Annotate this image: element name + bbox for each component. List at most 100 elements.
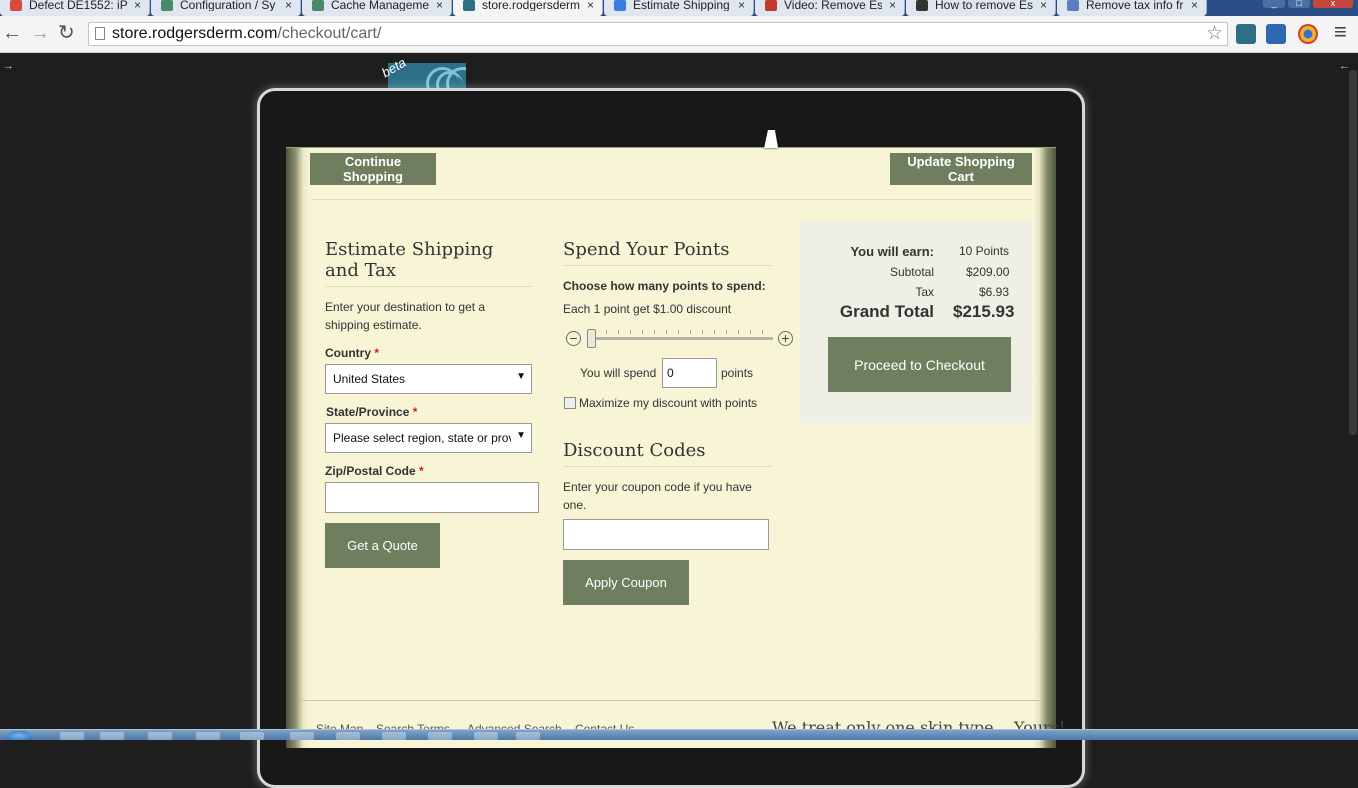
- subtotal-label: Subtotal: [889, 265, 934, 279]
- page-icon: [95, 27, 105, 40]
- browser-tab[interactable]: How to remove Es ×: [906, 0, 1056, 16]
- state-label-text: State/Province: [326, 405, 410, 419]
- tab-favicon-icon: [161, 0, 173, 11]
- browser-tab[interactable]: Defect DE1552: iPa ×: [0, 0, 150, 16]
- slider-tick: [702, 330, 703, 334]
- shipping-intro: Enter your destination to get a shipping…: [325, 300, 486, 332]
- browser-toolbar: ← → ↻ store.rodgersderm.com/checkout/car…: [0, 16, 1358, 53]
- tab-title: Configuration / Sy: [180, 0, 276, 11]
- expand-left-icon[interactable]: →: [3, 60, 14, 72]
- tab-close-icon[interactable]: ×: [285, 0, 292, 11]
- tax-label: Tax: [915, 285, 934, 299]
- tab-favicon-icon: [1067, 0, 1079, 11]
- points-spend-input[interactable]: [662, 358, 717, 388]
- extension-icon[interactable]: [1236, 24, 1256, 44]
- get-quote-button[interactable]: Get a Quote: [325, 523, 440, 568]
- slider-tick: [750, 330, 751, 334]
- tab-favicon-icon: [10, 0, 22, 11]
- coupon-code-input[interactable]: [563, 519, 769, 550]
- points-title: Spend Your Points: [563, 239, 730, 260]
- state-select[interactable]: Please select region, state or province …: [325, 423, 532, 453]
- minus-icon[interactable]: −: [566, 331, 581, 346]
- tab-close-icon[interactable]: ×: [587, 0, 594, 11]
- required-mark: *: [419, 464, 424, 478]
- apply-coupon-button[interactable]: Apply Coupon: [563, 560, 689, 605]
- tab-title: Estimate Shipping: [633, 0, 730, 11]
- tab-favicon-icon: [312, 0, 324, 11]
- country-value: United States: [333, 372, 406, 386]
- footer-rule: [302, 700, 1040, 701]
- tab-favicon-icon: [765, 0, 777, 11]
- browser-tab-active[interactable]: store.rodgersderm ×: [453, 0, 603, 16]
- tab-favicon-icon: [916, 0, 928, 11]
- slider-tick: [654, 330, 655, 334]
- tab-close-icon[interactable]: ×: [738, 0, 745, 11]
- maximize-window-button[interactable]: □: [1288, 0, 1310, 8]
- proceed-to-checkout-button[interactable]: Proceed to Checkout: [828, 337, 1011, 392]
- tab-close-icon[interactable]: ×: [889, 0, 896, 11]
- continue-shopping-button[interactable]: Continue Shopping: [310, 153, 436, 185]
- tab-close-icon[interactable]: ×: [1191, 0, 1198, 11]
- extension-icon[interactable]: [1266, 24, 1286, 44]
- menu-icon[interactable]: ≡: [1334, 21, 1347, 43]
- back-icon[interactable]: ←: [2, 23, 22, 43]
- plus-icon[interactable]: +: [778, 331, 793, 346]
- tab-close-icon[interactable]: ×: [1040, 0, 1047, 11]
- bookmark-star-icon[interactable]: ☆: [1206, 23, 1223, 45]
- expand-right-icon[interactable]: ←: [1339, 60, 1350, 72]
- spend-prefix: You will spend: [580, 366, 657, 380]
- zip-label: Zip/Postal Code *: [325, 464, 424, 478]
- page-scrollbar[interactable]: [1349, 70, 1357, 435]
- browser-tab[interactable]: Estimate Shipping ×: [604, 0, 754, 16]
- state-label: State/Province *: [326, 405, 417, 419]
- browser-tab[interactable]: Video: Remove Est ×: [755, 0, 905, 16]
- section-rule: [325, 286, 532, 287]
- reload-icon[interactable]: ↻: [58, 23, 75, 43]
- address-url[interactable]: store.rodgersderm.com/checkout/cart/: [112, 25, 381, 43]
- state-value: Please select region, state or province: [333, 431, 511, 445]
- slider-tick: [678, 330, 679, 334]
- extension-icon[interactable]: [1298, 24, 1318, 44]
- points-slider-track[interactable]: [589, 337, 773, 340]
- slider-tick: [666, 330, 667, 334]
- browser-tab[interactable]: Configuration / Sy ×: [151, 0, 301, 16]
- subtotal-value: $209.00: [966, 265, 1010, 279]
- grand-total-value: $215.93: [953, 302, 1015, 321]
- browser-tab[interactable]: Cache Manageme ×: [302, 0, 452, 16]
- points-slider-handle[interactable]: [587, 329, 596, 348]
- section-rule: [563, 265, 772, 266]
- maximize-discount-checkbox[interactable]: [564, 397, 576, 409]
- grand-total-label: Grand Total: [839, 302, 934, 321]
- tab-title: Video: Remove Est: [784, 0, 882, 11]
- earn-value: 10 Points: [959, 244, 1010, 258]
- update-cart-button[interactable]: Update Shopping Cart: [890, 153, 1032, 185]
- browser-tab[interactable]: Remove tax info fr ×: [1057, 0, 1207, 16]
- slider-tick: [690, 330, 691, 334]
- forward-icon[interactable]: →: [30, 23, 50, 43]
- zip-input[interactable]: [325, 482, 539, 513]
- country-select[interactable]: United States ▼: [325, 364, 532, 394]
- tab-title: How to remove Es: [935, 0, 1033, 11]
- tab-close-icon[interactable]: ×: [134, 0, 141, 11]
- minimize-window-button[interactable]: _: [1263, 0, 1285, 8]
- tab-title: Remove tax info fr: [1086, 0, 1184, 11]
- slider-tick: [630, 330, 631, 334]
- slider-tick: [642, 330, 643, 334]
- points-rate-text: Each 1 point get $1.00 discount: [563, 302, 732, 316]
- close-window-button[interactable]: x: [1313, 0, 1353, 8]
- maximize-discount-label: Maximize my discount with points: [579, 396, 758, 410]
- tab-close-icon[interactable]: ×: [436, 0, 443, 11]
- section-rule: [563, 466, 772, 467]
- os-taskbar: [0, 729, 1358, 740]
- divider: [312, 199, 1032, 200]
- points-choose-label: Choose how many points to spend:: [563, 279, 766, 293]
- discount-intro: Enter your coupon code if you have one.: [563, 480, 752, 512]
- earn-label: You will earn:: [850, 244, 934, 259]
- tab-title: Defect DE1552: iPa: [29, 0, 127, 11]
- address-bar[interactable]: store.rodgersderm.com/checkout/cart/ ☆: [88, 22, 1228, 46]
- tab-title: store.rodgersderm: [482, 0, 580, 11]
- zip-label-text: Zip/Postal Code: [325, 464, 416, 478]
- slider-tick: [762, 330, 763, 334]
- slider-tick: [618, 330, 619, 334]
- browser-tab-strip: Defect DE1552: iPa × Configuration / Sy …: [0, 0, 1358, 16]
